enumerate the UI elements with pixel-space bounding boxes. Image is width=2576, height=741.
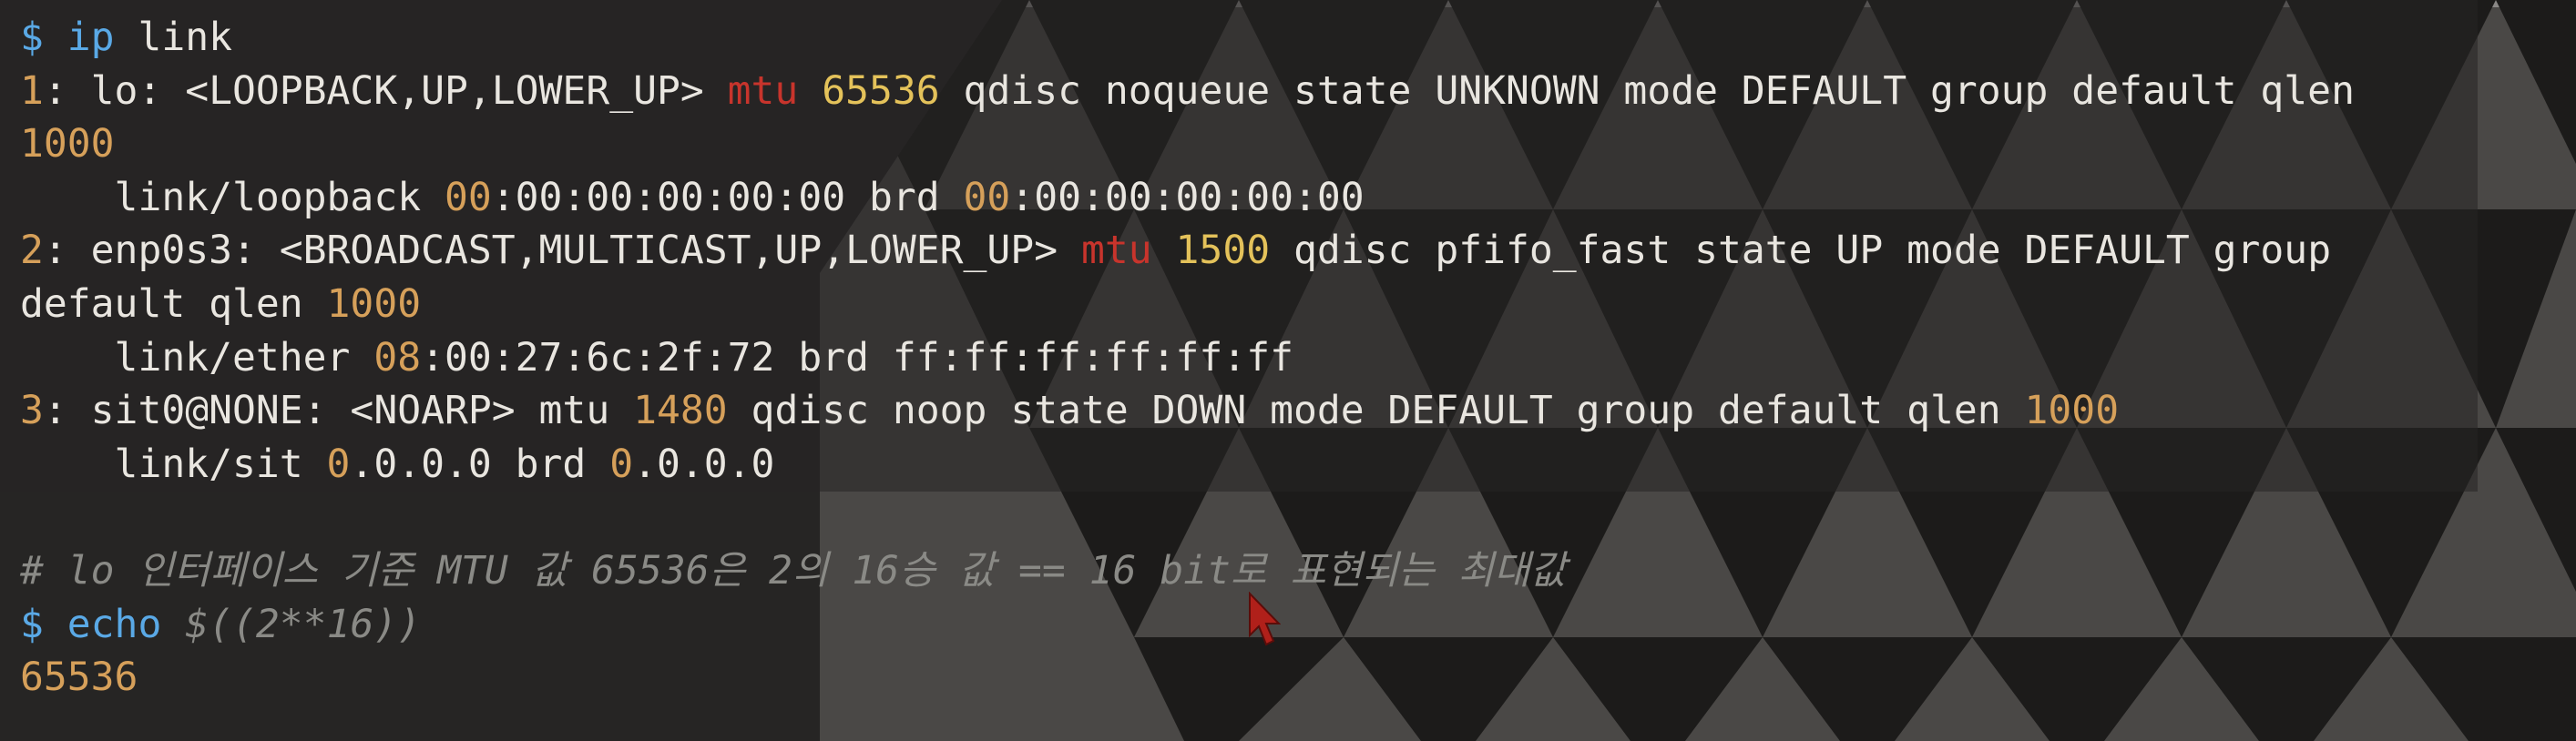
terminal-window[interactable]: $ ip link 1: lo: <LOOPBACK,UP,LOWER_UP> m…: [0, 0, 2576, 741]
terminal-text-segment: mtu: [1080, 228, 1152, 274]
terminal-line: $ echo $((2**16)): [20, 598, 2355, 652]
terminal-text-segment: 0: [609, 441, 634, 487]
terminal-text-segment: echo: [66, 601, 162, 647]
terminal-text-segment: 00: [963, 174, 1011, 220]
terminal-text-segment: : lo: <LOOPBACK,UP,LOWER_UP>: [43, 67, 728, 114]
terminal-text-segment: .0.0.0: [633, 441, 775, 487]
terminal-output[interactable]: $ ip link 1: lo: <LOOPBACK,UP,LOWER_UP> m…: [0, 0, 2355, 705]
terminal-text-segment: ip: [66, 15, 115, 60]
terminal-line: link/loopback 00:00:00:00:00:00 brd 00:0…: [20, 171, 2355, 225]
terminal-text-segment: 65536: [20, 655, 138, 701]
terminal-text-segment: mtu: [727, 67, 799, 114]
terminal-text-segment: 2: [20, 228, 44, 274]
terminal-text-segment: qdisc noqueue state UNKNOWN mode DEFAULT…: [939, 67, 2355, 114]
terminal-text-segment: : sit0@NONE: <NOARP> mtu: [43, 388, 634, 434]
terminal-text-segment: :00:00:00:00:00 brd: [491, 174, 964, 220]
terminal-text-segment: 65536: [822, 67, 940, 114]
terminal-text-segment: link/sit: [20, 441, 327, 487]
terminal-line: # lo 인터페이스 기준 MTU 값 65536은 2의 16승 값 == 1…: [20, 544, 2355, 598]
terminal-text-segment: 1000: [2024, 388, 2120, 434]
terminal-line: default qlen 1000: [20, 278, 2355, 331]
terminal-line: 1: lo: <LOOPBACK,UP,LOWER_UP> mtu 65536 …: [20, 65, 2355, 118]
terminal-text-segment: :00:27:6c:2f:72 brd ff:ff:ff:ff:ff:ff: [421, 334, 1293, 381]
terminal-text-segment: default qlen: [20, 280, 327, 327]
terminal-text-segment: 0: [326, 441, 351, 487]
terminal-text-segment: $((2**16)): [185, 601, 422, 647]
terminal-line: link/ether 08:00:27:6c:2f:72 brd ff:ff:f…: [20, 331, 2355, 385]
terminal-text-segment: qdisc pfifo_fast state UP mode DEFAULT g…: [1270, 228, 2332, 274]
terminal-text-segment: 3: [20, 388, 44, 434]
terminal-text-segment: link/loopback: [20, 174, 445, 220]
terminal-text-segment: :00:00:00:00:00: [1010, 174, 1365, 220]
terminal-text-segment: .0.0.0 brd: [350, 441, 610, 487]
terminal-line: 65536: [20, 651, 2355, 705]
mouse-pointer-icon: [1249, 592, 1281, 646]
terminal-text-segment: link/ether: [20, 334, 374, 381]
terminal-text-segment: qdisc noop state DOWN mode DEFAULT group…: [727, 388, 2025, 434]
terminal-text-segment: 08: [373, 334, 422, 381]
terminal-text-segment: 1480: [633, 388, 728, 434]
terminal-line: $ ip link: [20, 11, 2355, 65]
terminal-text-segment: 1000: [20, 121, 115, 167]
terminal-text-segment: 1000: [326, 280, 422, 327]
terminal-line: 2: enp0s3: <BROADCAST,MULTICAST,UP,LOWER…: [20, 224, 2355, 278]
terminal-text-segment: : enp0s3: <BROADCAST,MULTICAST,UP,LOWER_…: [43, 228, 1081, 274]
terminal-line: 3: sit0@NONE: <NOARP> mtu 1480 qdisc noo…: [20, 384, 2355, 438]
terminal-text-segment: 1500: [1175, 228, 1271, 274]
terminal-text-segment: 00: [445, 174, 492, 220]
terminal-text-segment: $: [20, 601, 67, 647]
terminal-text-segment: 1: [20, 67, 44, 114]
terminal-text-segment: # lo 인터페이스 기준 MTU 값 65536은 2의 16승 값 == 1…: [20, 547, 1567, 594]
terminal-text-segment: $: [20, 15, 67, 60]
terminal-line: link/sit 0.0.0.0 brd 0.0.0.0: [20, 438, 2355, 492]
terminal-text-segment: link: [114, 15, 233, 60]
terminal-line: 1000: [20, 117, 2355, 171]
